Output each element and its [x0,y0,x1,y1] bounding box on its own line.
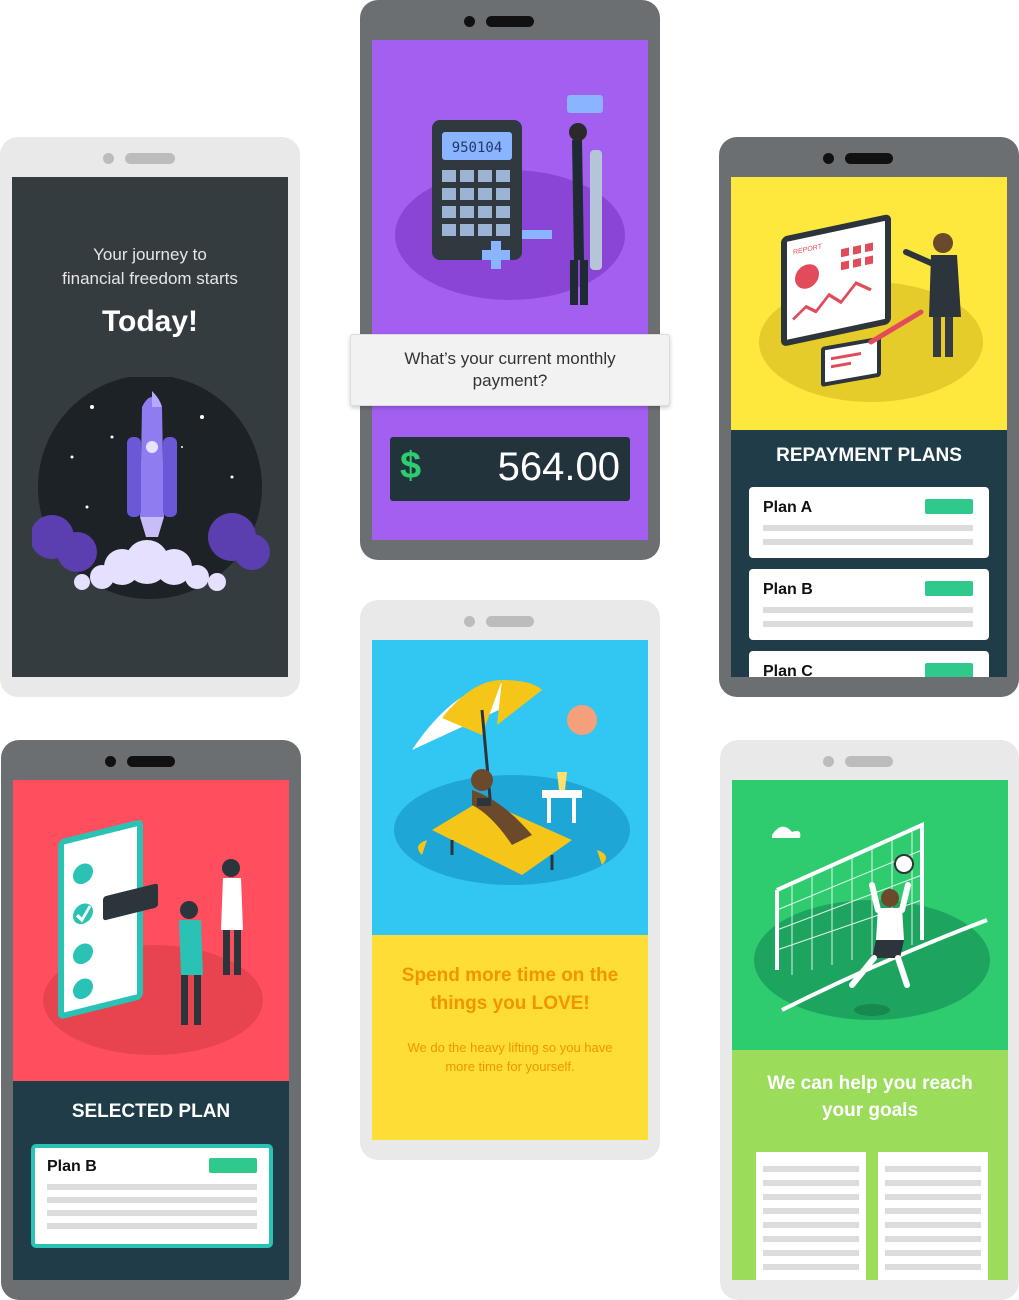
goals-card-left [756,1152,866,1280]
goals-card-right [878,1152,988,1280]
checklist-illustration [43,820,263,1055]
plan-card-label: Plan B [763,581,813,598]
goals-card-line [885,1166,981,1172]
plan-detail-line [763,607,973,613]
plan-select-button[interactable] [925,663,973,677]
phone-payment: 950104 $ 564.00 [360,0,660,560]
plan-select-button[interactable] [209,1158,257,1173]
goals-card-line [885,1208,981,1214]
screen-launch: Your journey to financial freedom starts… [12,177,288,677]
beach-headline: Spend more time on the things you LOVE! [401,965,619,1014]
speaker-bar [845,756,893,767]
screen-beach: Spend more time on the things you LOVE! … [372,640,648,1140]
goals-card-line [885,1250,981,1256]
phone-launch: Your journey to financial freedom starts… [0,137,300,697]
plans-illustration-area: REPORT [731,177,1007,430]
goals-card-line [763,1264,859,1270]
plan-detail-line [763,539,973,545]
speaker-bar [125,153,175,164]
beach-illustration-area [372,640,648,935]
plan-detail-line [47,1210,257,1216]
calculator-display: 950104 [452,140,503,156]
plan-select-button[interactable] [925,581,973,596]
payment-question: What’s your current monthly payment? [404,349,616,390]
plan-detail-line [47,1184,257,1190]
goals-card-line [763,1166,859,1172]
speaker-bar [127,756,175,767]
goalkeeper-illustration [754,821,990,1020]
goals-card-line [763,1222,859,1228]
goals-illustration-area [732,780,1008,1050]
plan-card-label: Plan A [763,499,813,516]
phone-plans: REPORT REPAYMENT PLANS Plan A Plan B Pla… [719,137,1019,697]
screen-payment: 950104 $ 564.00 [372,40,648,540]
plan-select-button[interactable] [925,499,973,514]
camera-dot [105,756,116,767]
speaker-bar [486,616,534,627]
camera-dot [464,616,475,627]
goals-card-line [885,1264,981,1270]
plan-card-a[interactable]: Plan A [749,487,989,558]
camera-dot [103,153,114,164]
plan-detail-line [763,525,973,531]
selected-plan-label: Plan B [47,1158,97,1175]
report-illustration: REPORT [759,214,983,402]
camera-dot [464,16,475,27]
amount-field[interactable]: $ 564.00 [390,437,630,501]
goals-card-line [763,1208,859,1214]
payment-question-card: What’s your current monthly payment? [350,334,670,406]
calculator-illustration: 950104 [395,95,625,305]
goals-card-line [885,1236,981,1242]
phone-goals: We can help you reach your goals [720,740,1019,1300]
selected-illustration-area [13,780,289,1081]
screen-goals: We can help you reach your goals [732,780,1008,1280]
speaker-bar [845,153,893,164]
currency-symbol: $ [400,445,422,487]
rocket-illustration [32,377,270,599]
goals-card-line [885,1180,981,1186]
plans-title: REPAYMENT PLANS [776,445,962,466]
phone-beach: Spend more time on the things you LOVE! … [360,600,660,1160]
beach-body: We do the heavy lifting so you have more… [407,1040,613,1074]
plan-detail-line [47,1223,257,1229]
phone-selected: SELECTED PLAN Plan B [1,740,301,1300]
screen-plans: REPORT REPAYMENT PLANS Plan A Plan B Pla… [731,177,1007,677]
plan-detail-line [47,1197,257,1203]
launch-headline: Today! [101,305,199,338]
amount-value: 564.00 [497,445,620,489]
beach-illustration [394,680,630,885]
plan-card-label: Plan C [763,663,813,677]
goals-card-line [763,1236,859,1242]
camera-dot [823,756,834,767]
goals-card-line [763,1250,859,1256]
showcase-stage: Your journey to financial freedom starts… [0,0,1019,1300]
goals-card-line [885,1222,981,1228]
selected-plan-card[interactable]: Plan B [31,1144,273,1248]
selected-title: SELECTED PLAN [71,1101,231,1122]
speaker-bar [486,16,534,27]
plan-detail-line [763,621,973,627]
plan-card-b[interactable]: Plan B [749,569,989,640]
goals-headline: We can help you reach your goals [767,1073,973,1121]
launch-intro: Your journey to financial freedom starts [62,245,238,288]
goals-card-line [885,1194,981,1200]
camera-dot [823,153,834,164]
goals-card-line [763,1194,859,1200]
screen-selected: SELECTED PLAN Plan B [13,780,289,1280]
goals-card-line [763,1180,859,1186]
plan-card-c[interactable]: Plan C [749,651,989,677]
